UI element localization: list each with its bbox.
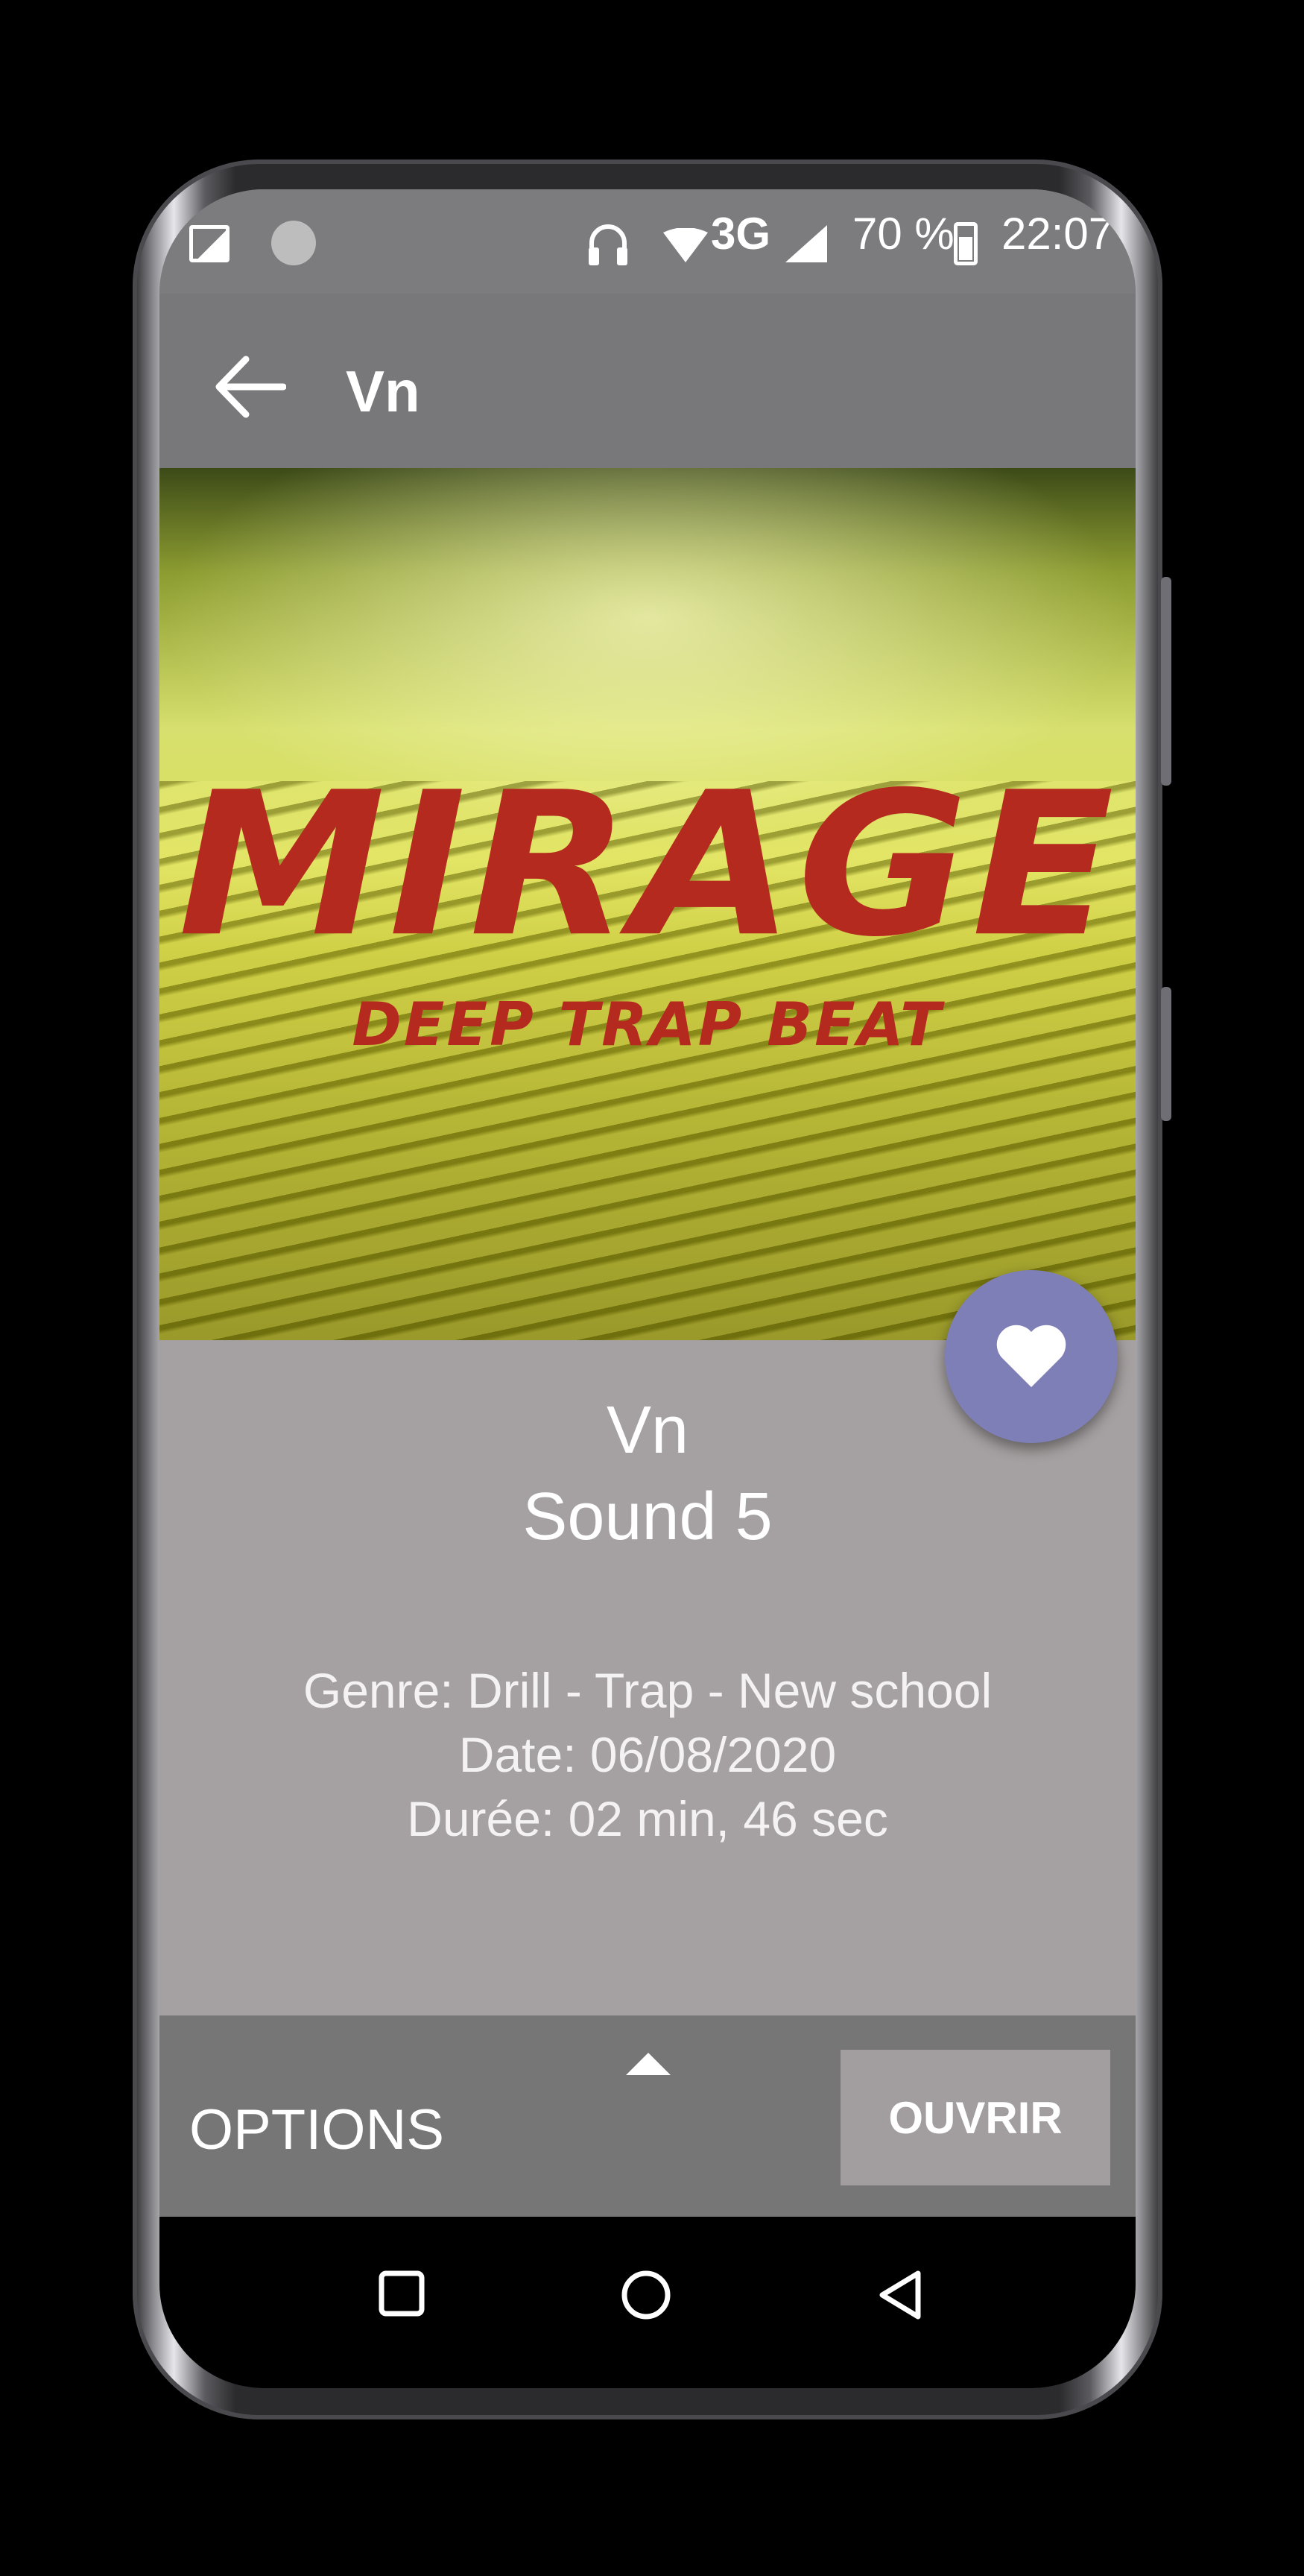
options-panel[interactable]: OPTIONS OUVRIR <box>159 2015 1136 2217</box>
cover-title: MIRAGE <box>177 750 1118 981</box>
track-duration: Durée: 02 min, 46 sec <box>407 1791 888 1846</box>
gallery-icon <box>189 225 230 262</box>
page-title: Vn <box>346 359 420 424</box>
volume-button <box>1161 577 1171 786</box>
navigation-bar <box>159 2217 1136 2388</box>
notification-dot-icon <box>271 221 316 265</box>
status-bar: 3G 70 % 22:07 <box>159 189 1136 294</box>
circle-icon[interactable] <box>620 2269 672 2321</box>
battery-icon <box>954 222 978 265</box>
clock: 22:07 <box>1001 209 1114 259</box>
wifi-icon <box>663 228 708 262</box>
signal-icon <box>785 225 827 262</box>
screen: 3G 70 % 22:07 Vn MIRAGE DEEP TRAP BEAT V… <box>159 189 1136 2388</box>
battery-percentage: 70 % <box>852 209 955 259</box>
arrow-left-icon[interactable] <box>212 353 286 420</box>
triangle-back-icon[interactable] <box>876 2269 922 2321</box>
square-icon[interactable] <box>377 2269 426 2318</box>
network-type: 3G <box>711 209 771 259</box>
heart-icon <box>996 1325 1066 1387</box>
chevron-up-icon[interactable] <box>626 2053 671 2075</box>
favorite-button[interactable] <box>945 1270 1118 1443</box>
power-button <box>1161 987 1171 1121</box>
headphones-icon <box>589 224 627 265</box>
options-label[interactable]: OPTIONS <box>189 2097 444 2162</box>
cover-subtitle: DEEP TRAP BEAT <box>352 990 943 1059</box>
album-cover: MIRAGE DEEP TRAP BEAT <box>159 468 1136 1340</box>
phone-frame: 3G 70 % 22:07 Vn MIRAGE DEEP TRAP BEAT V… <box>133 160 1171 2419</box>
track-details: Vn Sound 5 Genre: Drill - Trap - New sch… <box>159 1340 1136 2015</box>
open-button[interactable]: OUVRIR <box>841 2050 1110 2185</box>
track-name: Sound 5 <box>522 1480 773 1554</box>
track-genre: Genre: Drill - Trap - New school <box>303 1663 993 1718</box>
app-bar: Vn <box>159 294 1136 468</box>
track-date: Date: 06/08/2020 <box>458 1727 837 1782</box>
